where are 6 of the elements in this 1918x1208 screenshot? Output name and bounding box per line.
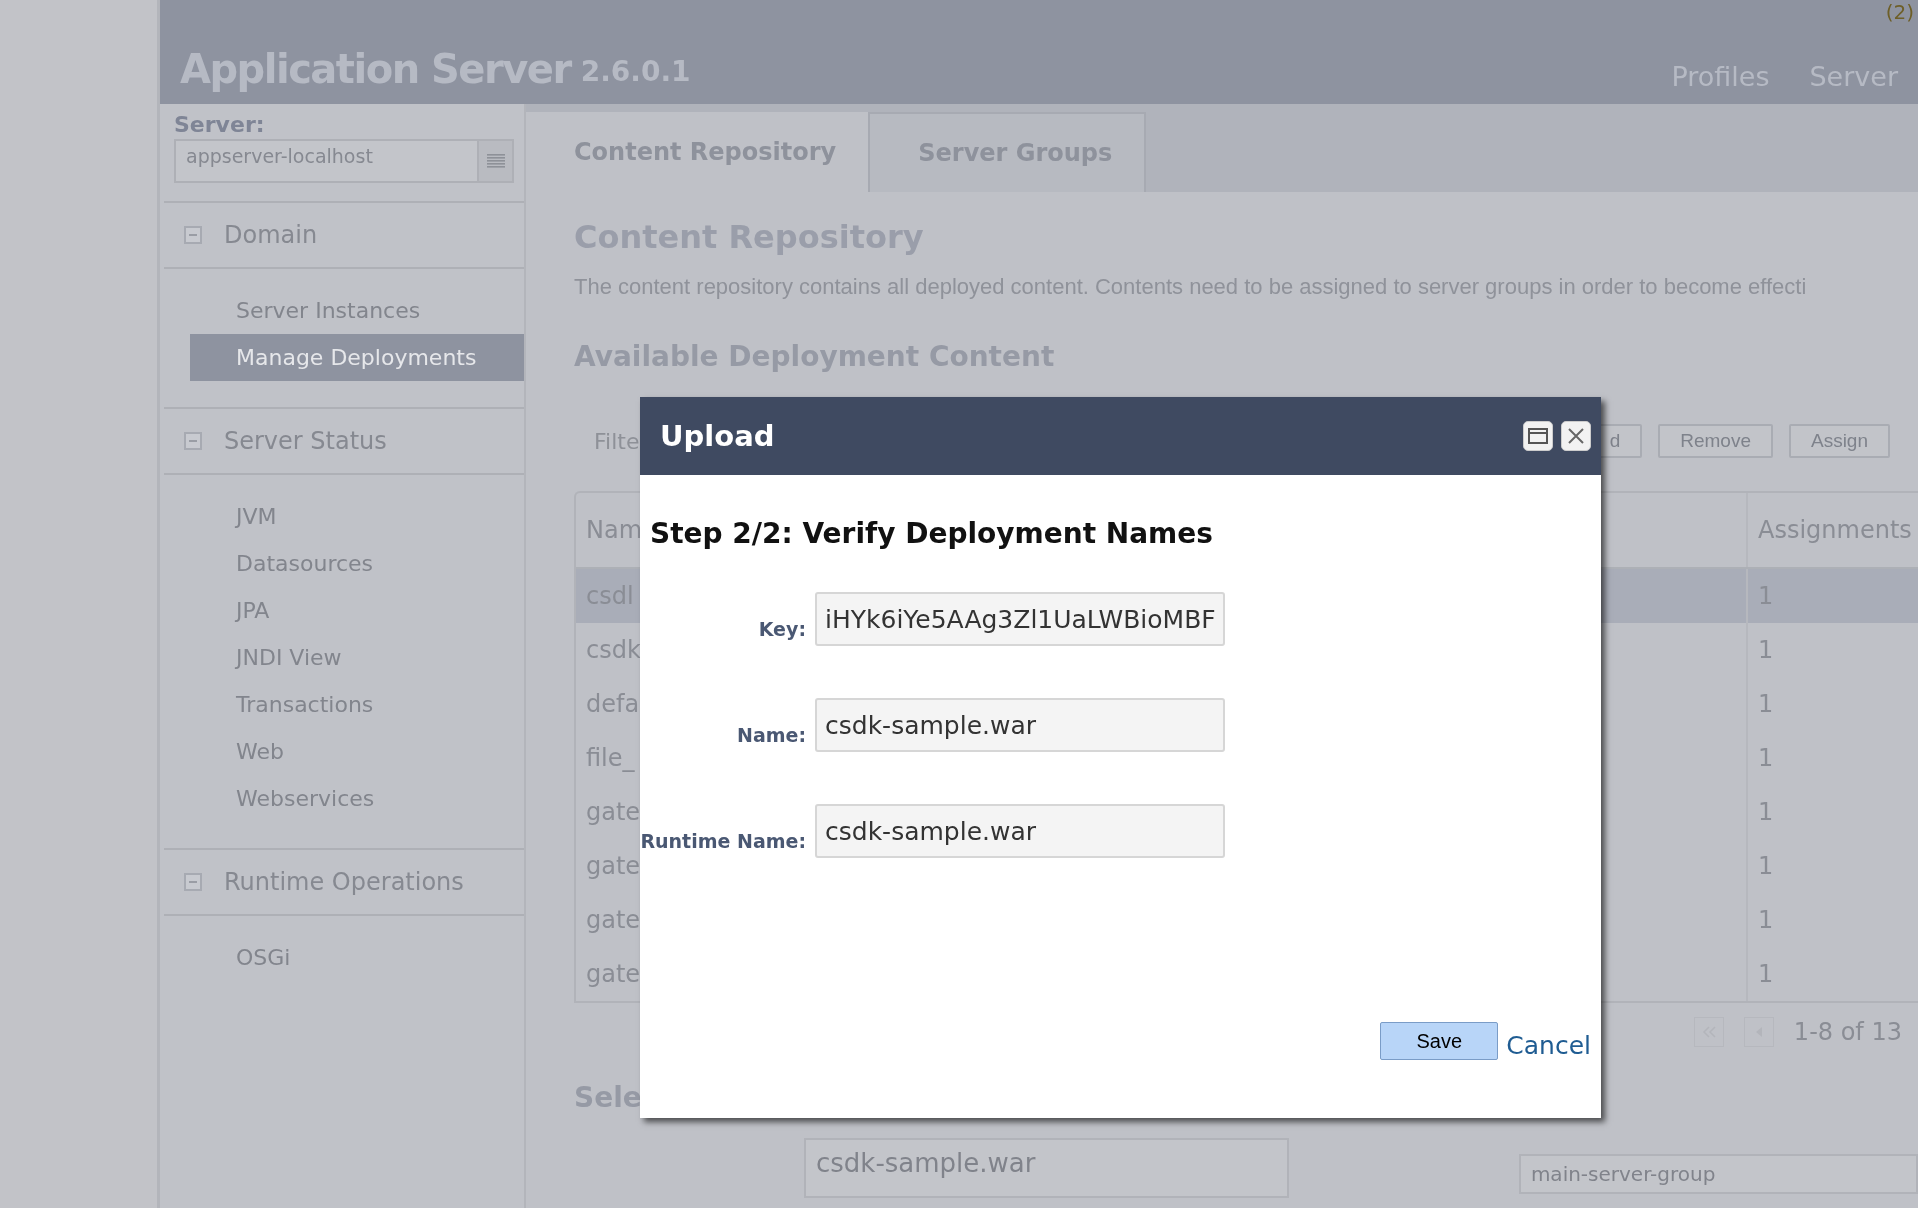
field-label: Key: xyxy=(757,618,806,642)
field-label: Runtime Name: xyxy=(640,830,806,854)
step-heading: Step 2/2: Verify Deployment Names xyxy=(650,517,1214,550)
server-label: Server: xyxy=(174,112,266,137)
dialog-title: Upload xyxy=(660,419,775,453)
field-label: Name: xyxy=(736,724,806,748)
